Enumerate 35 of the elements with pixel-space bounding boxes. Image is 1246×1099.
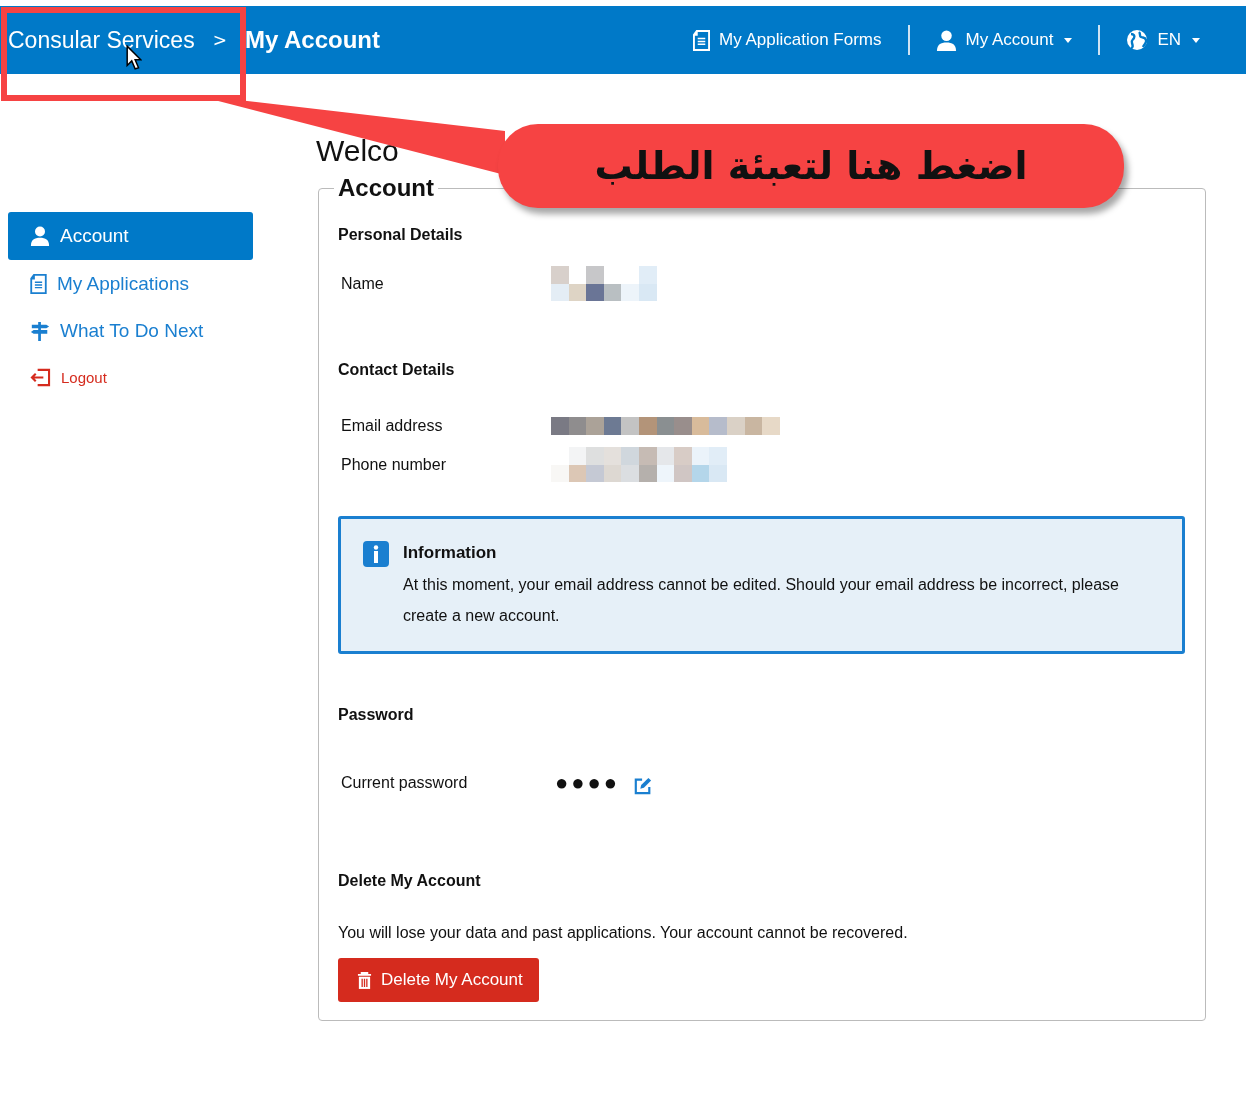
field-label: Email address [340, 417, 444, 435]
section-heading: Delete My Account [338, 872, 482, 890]
info-text: At this moment, your email address cannot be edited. Should your email address be incorrect, please create a new account. [403, 575, 1120, 626]
nav-link[interactable]: EN [1126, 29, 1200, 51]
trash-icon [357, 971, 372, 989]
nav-link[interactable]: My Application Forms [693, 29, 882, 51]
breadcrumb-link[interactable]: Consular Services [8, 26, 195, 54]
delete-account-button[interactable]: Delete My Account [338, 958, 539, 1002]
sidebar-item[interactable]: My Applications [8, 260, 253, 307]
field-label: Current password [340, 774, 469, 792]
nav-link[interactable]: My Account [935, 29, 1073, 51]
breadcrumb-separator: > [212, 30, 227, 50]
sidebar-item[interactable]: Account [8, 212, 253, 260]
welcome-heading: Welco [316, 134, 399, 168]
user-icon [30, 226, 50, 246]
edit-icon[interactable] [634, 777, 653, 795]
logout-icon [30, 368, 51, 387]
section-heading: Personal Details [338, 226, 464, 244]
document-icon [30, 273, 47, 294]
document-icon [693, 29, 710, 51]
sidebar-item[interactable]: Logout [8, 354, 253, 401]
globe-icon [1126, 29, 1149, 51]
panel-title: Account [337, 174, 435, 202]
delete-warning: You will lose your data and past applications. Your account cannot be recovered. [338, 924, 909, 942]
section-heading: Password [338, 706, 415, 724]
info-icon [363, 541, 389, 567]
field-label: Phone number [340, 455, 447, 474]
password-value: ●●●● [555, 770, 621, 796]
user-icon [935, 29, 957, 51]
signpost-icon [30, 319, 50, 342]
field-label: Name [340, 274, 385, 293]
section-heading: Contact Details [338, 361, 456, 379]
page-title: My Account [244, 26, 380, 54]
info-title: Information [403, 543, 498, 563]
sidebar-item[interactable]: What To Do Next [8, 307, 253, 354]
